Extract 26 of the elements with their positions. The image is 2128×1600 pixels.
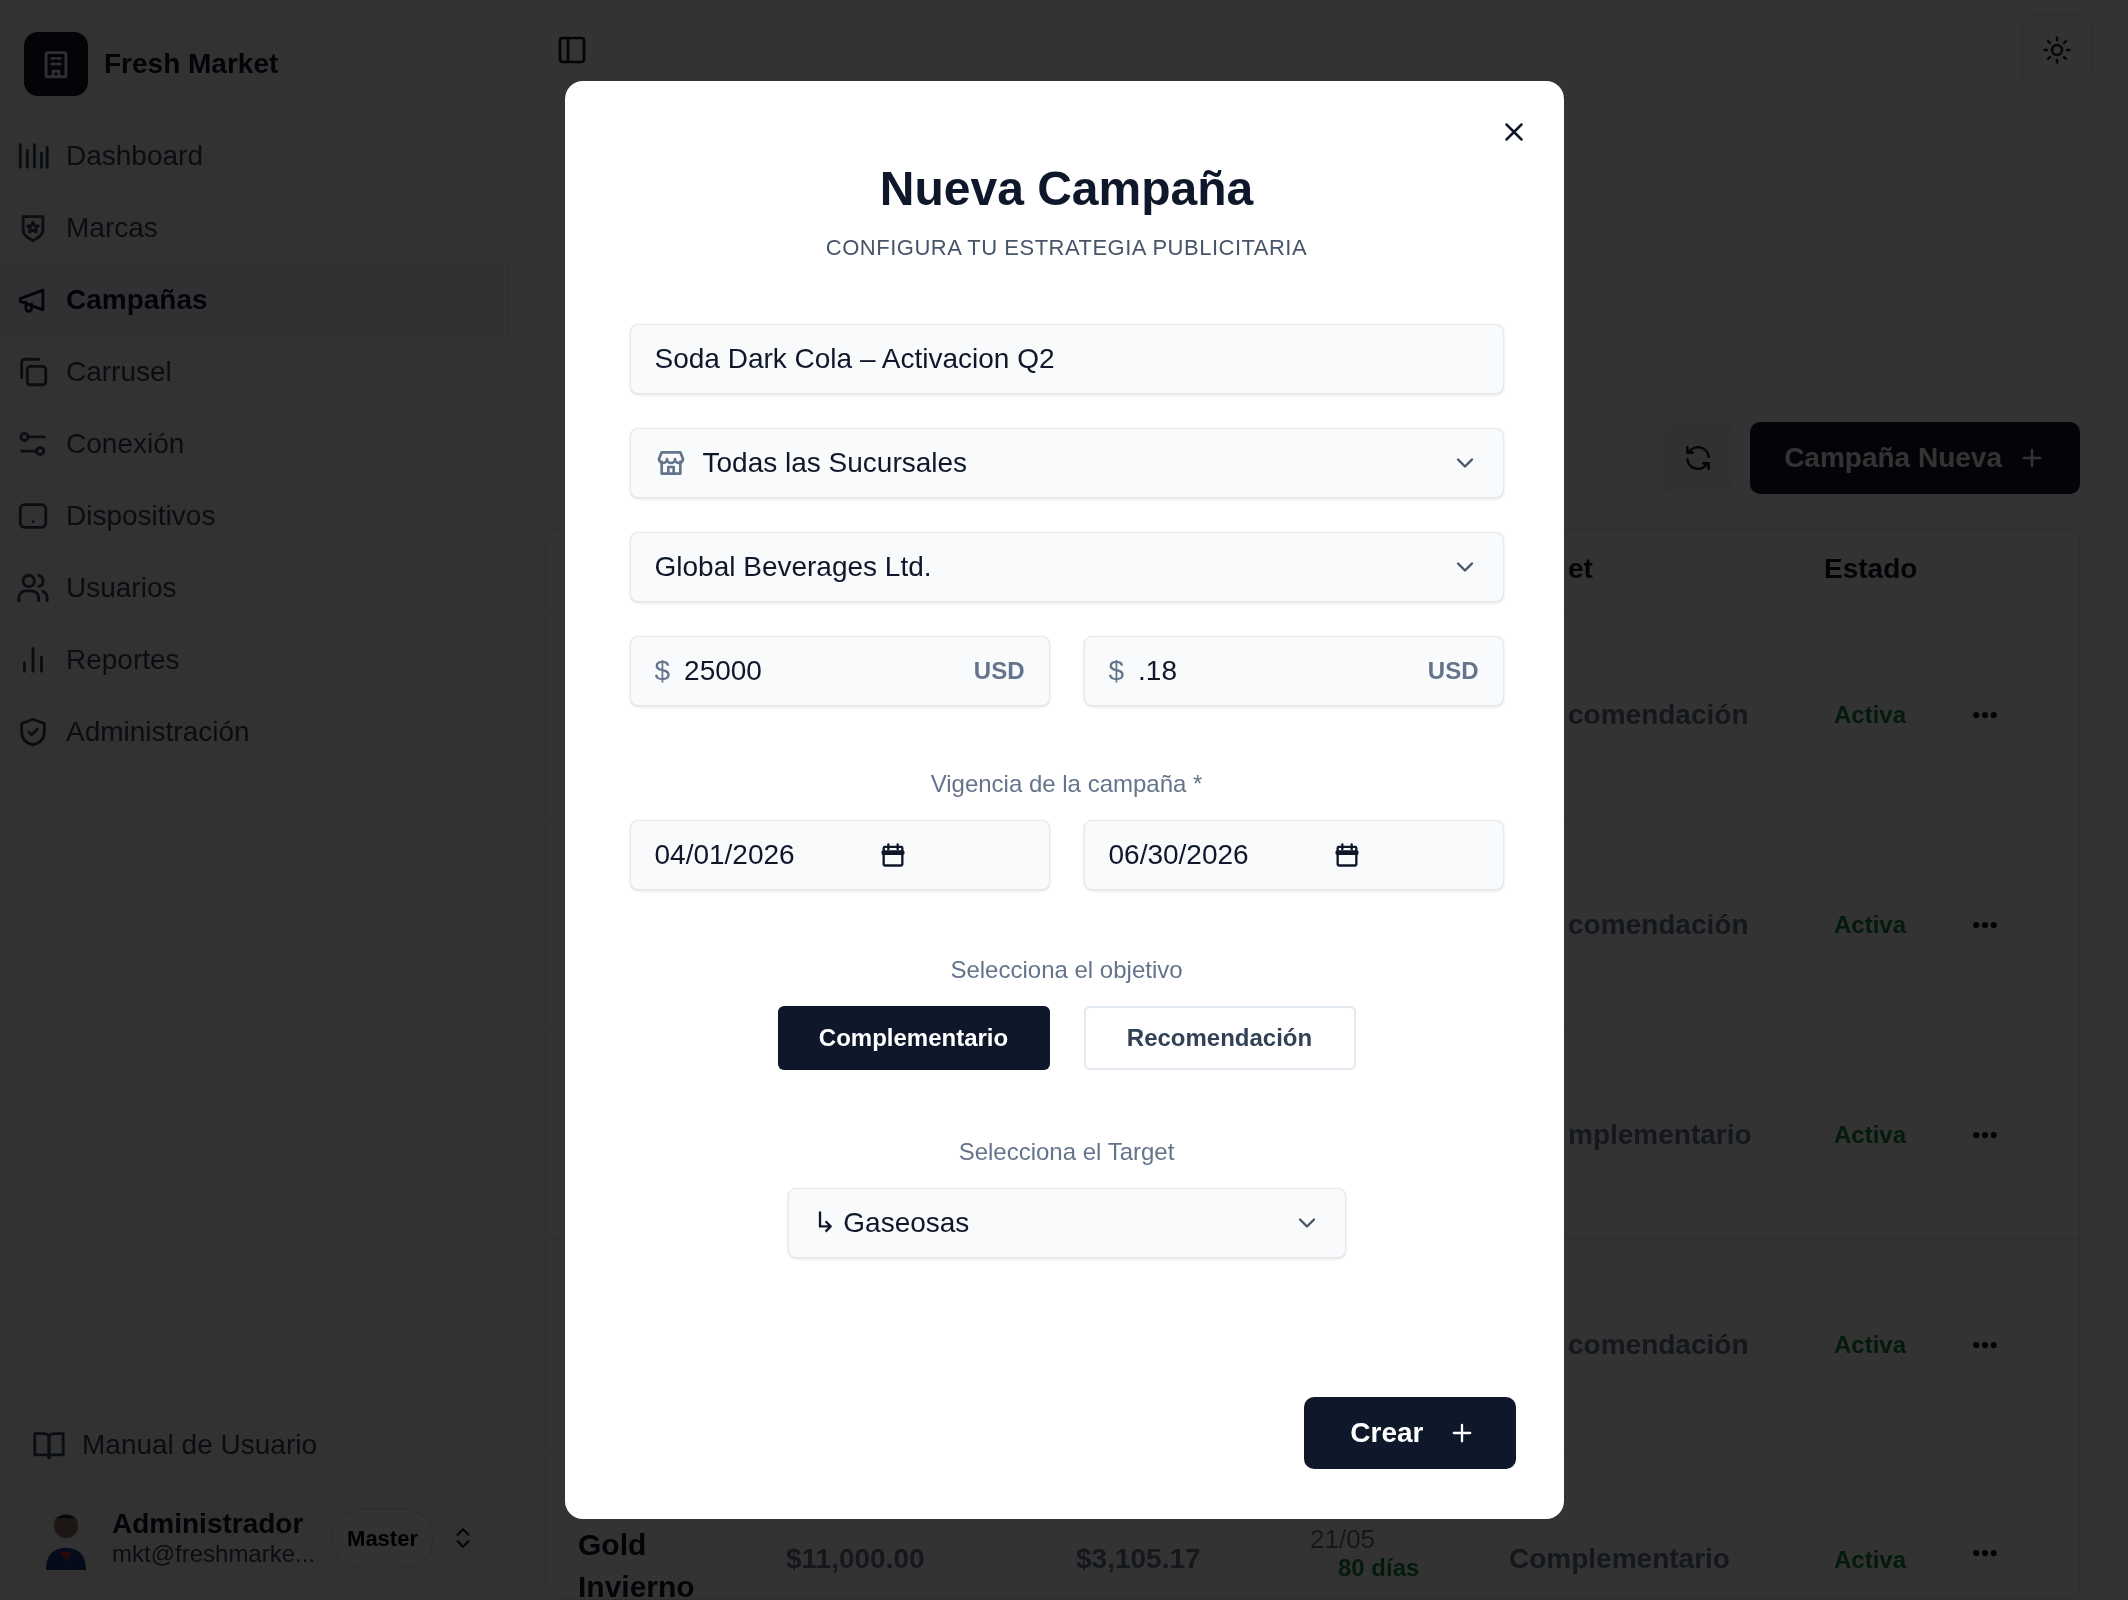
create-button[interactable]: Crear: [1304, 1397, 1516, 1469]
dropdown-field[interactable]: Todas las Sucursales: [629, 428, 1504, 498]
date-field[interactable]: 06/30/2026: [1083, 820, 1504, 890]
field-label: Selecciona el Target: [957, 1137, 1176, 1167]
amount-field[interactable]: $ .18 USD: [1083, 636, 1504, 706]
date-input[interactable]: 04/01/2026: [654, 834, 855, 876]
currency-code: USD: [973, 656, 1025, 686]
calendar-icon: [1332, 841, 1361, 869]
amount-field[interactable]: $ 25000 USD: [629, 636, 1050, 706]
calendar-icon: [878, 841, 907, 869]
amount-input[interactable]: .18: [1138, 650, 1428, 692]
dropdown-field[interactable]: Global Beverages Ltd.: [629, 532, 1504, 602]
date-input[interactable]: 06/30/2026: [1108, 834, 1309, 876]
date-field[interactable]: 04/01/2026: [629, 820, 1050, 890]
currency-code: USD: [1427, 656, 1479, 686]
objective-button[interactable]: Recomendación: [1083, 1006, 1356, 1070]
text-field[interactable]: Soda Dark Cola – Activacion Q2: [629, 324, 1504, 394]
currency-symbol: $: [1108, 654, 1125, 688]
currency-symbol: $: [654, 654, 671, 688]
dialog-subtitle: CONFIGURA TU ESTRATEGIA PUBLICITARIA: [824, 234, 1309, 262]
field-label: Selecciona el objetivo: [949, 955, 1184, 985]
field-label: Vigencia de la campaña *: [929, 769, 1204, 799]
dropdown-field[interactable]: ↳ Gaseosas: [787, 1188, 1346, 1258]
amount-input[interactable]: 25000: [684, 650, 974, 692]
dialog-title: Nueva Campaña: [878, 161, 1255, 217]
objective-button[interactable]: Complementario: [777, 1006, 1050, 1070]
